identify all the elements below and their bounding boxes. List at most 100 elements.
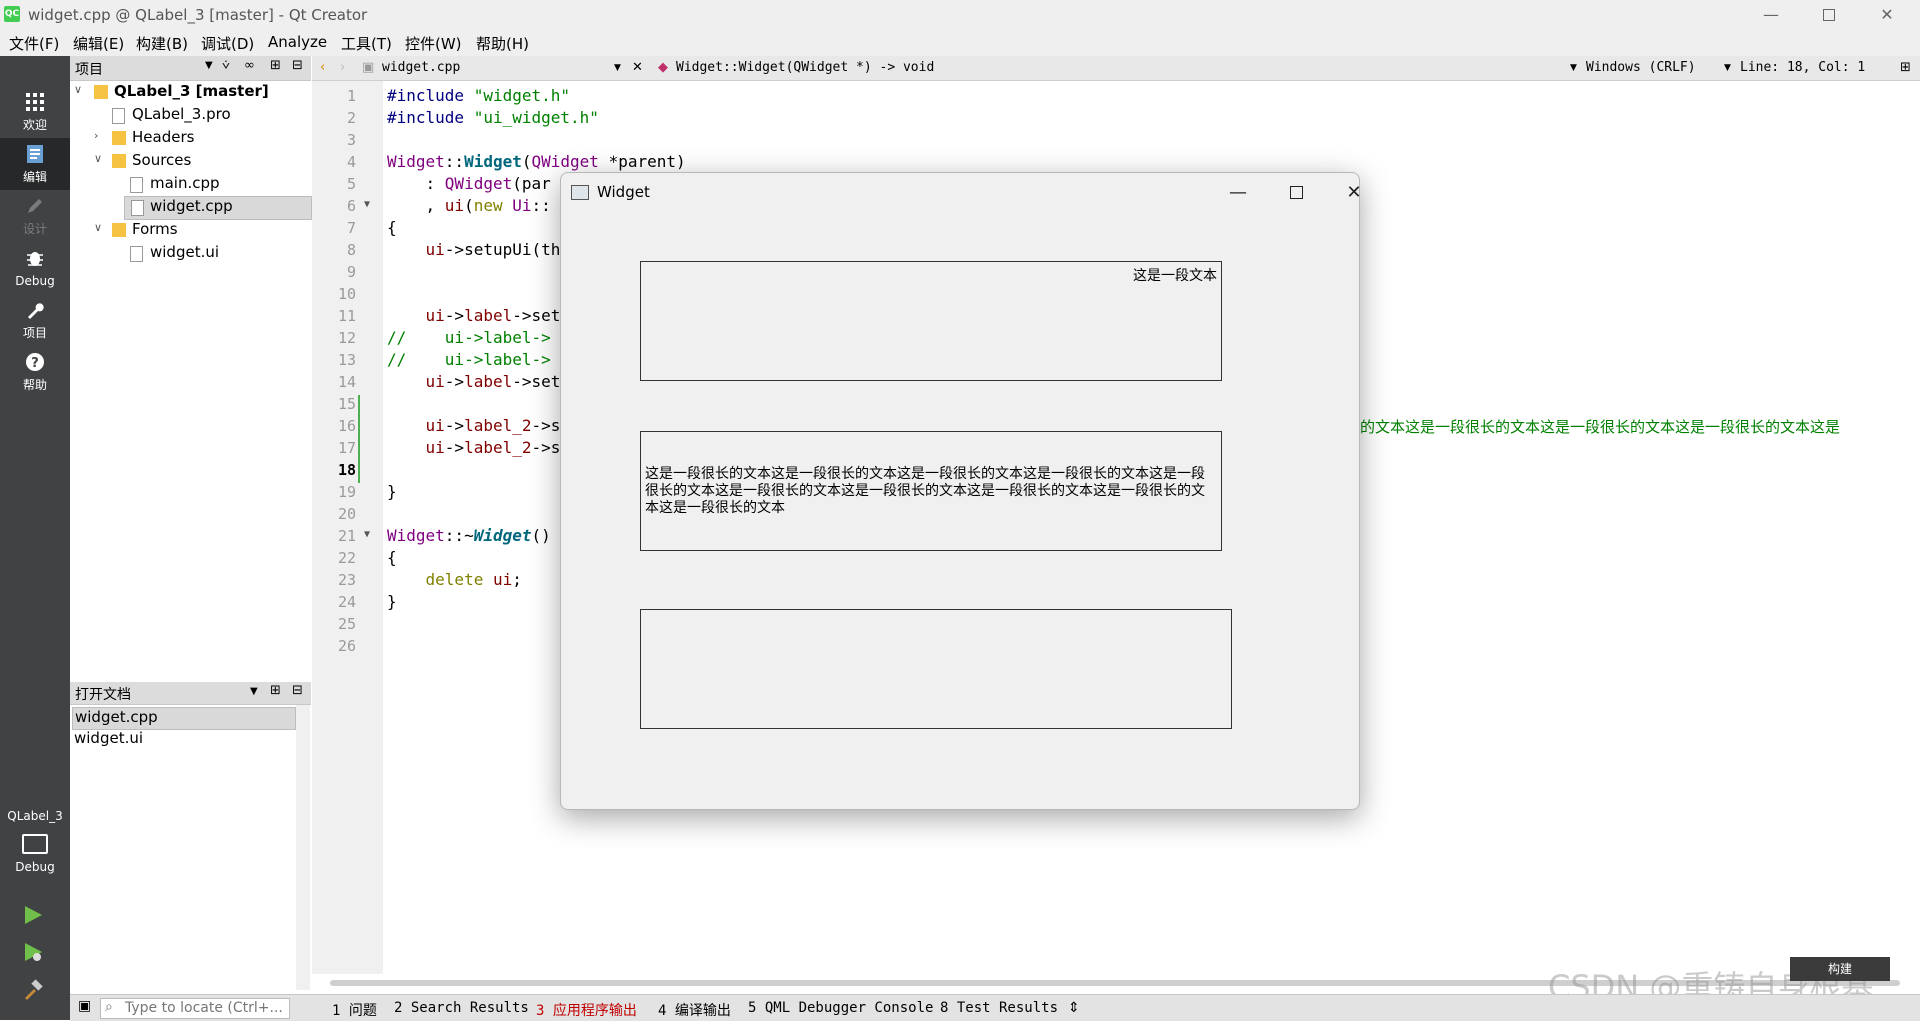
cpp-file-icon — [131, 200, 144, 216]
line-number-gutter: 1 2 3 4 5 6 7 8 9 10 11 12 13 14 15 16 1… — [312, 81, 383, 974]
bug-icon — [0, 248, 70, 274]
chevron-down-icon[interactable]: ∨ — [74, 83, 82, 96]
search-icon: ⌕ — [105, 999, 113, 1015]
close-document-icon[interactable]: ✕ — [632, 60, 643, 75]
label: 这是一段文本 — [640, 261, 1222, 381]
folder-icon — [112, 223, 126, 237]
run-icon — [25, 906, 42, 924]
close-pane-icon[interactable]: ⊟ — [292, 58, 303, 73]
close-button[interactable]: ✕ — [1858, 0, 1916, 29]
chevron-down-icon[interactable]: ∨ — [94, 152, 102, 165]
title-bar: QC widget.cpp @ QLabel_3 [master] - Qt C… — [0, 0, 1920, 29]
widget-window: Widget — ✕ 这是一段文本 这是一段很长的文本这是一段很长的文本这是一段… — [560, 172, 1362, 810]
filter-icon[interactable]: ⩒ — [222, 58, 230, 73]
open-doc-item[interactable]: widget.ui — [72, 729, 294, 750]
debug-run-button[interactable] — [22, 941, 44, 967]
chevron-down-icon[interactable]: ▼ — [614, 63, 621, 73]
label-2: 这是一段很长的文本这是一段很长的文本这是一段很长的文本这是一段很长的文本这是一段… — [640, 431, 1222, 551]
editor-toolbar: ‹ › ▣ widget.cpp ▼ ✕ ◆ Widget::Widget(QW… — [312, 56, 1920, 81]
symbol-selector[interactable]: Widget::Widget(QWidget *) -> void — [676, 60, 934, 75]
tab-search-results[interactable]: 2 Search Results — [394, 1000, 529, 1016]
menu-analyze[interactable]: Analyze — [268, 33, 327, 51]
line-ending-selector[interactable]: Windows (CRLF) — [1586, 60, 1696, 75]
projects-pane-header: 项目 ▼ ⩒ ∞ ⊞ ⊟ — [70, 56, 311, 81]
ui-file-icon — [130, 246, 143, 262]
folder-icon — [112, 154, 126, 168]
kit-project-name: QLabel_3 — [7, 809, 63, 823]
close-icon: ✕ — [1346, 181, 1362, 203]
fold-icon[interactable]: ▼ — [364, 529, 370, 540]
maximize-button[interactable] — [1271, 177, 1321, 207]
help-icon: ? — [0, 352, 70, 378]
output-pane-bar: ▣ ⌕ Type to locate (Ctrl+... 1 问题 2 Sear… — [70, 994, 1920, 1021]
label-3 — [640, 609, 1232, 729]
minimize-icon: — — [1229, 181, 1247, 203]
mode-design[interactable]: 设计 — [0, 190, 70, 242]
restore-button[interactable] — [1800, 0, 1858, 29]
wrench-icon — [0, 300, 70, 326]
menu-file[interactable]: 文件(F) — [9, 33, 59, 54]
close-button[interactable]: ✕ — [1329, 177, 1379, 207]
tab-test-results[interactable]: 8 Test Results — [940, 1000, 1058, 1016]
tree-item-widget-cpp[interactable]: widget.cpp — [124, 196, 312, 220]
chevron-down-icon[interactable]: ▼ — [1724, 63, 1731, 73]
minimize-button[interactable]: — — [1213, 177, 1263, 207]
arrows-up-down-icon[interactable]: ⇕ — [1068, 1000, 1080, 1016]
chevron-down-icon[interactable]: ▼ — [1570, 63, 1577, 73]
lock-icon: ▣ — [362, 60, 375, 75]
chevron-right-icon[interactable]: › — [94, 129, 98, 142]
run-button[interactable] — [22, 904, 44, 930]
svg-text:?: ? — [31, 356, 39, 371]
qt-creator-logo-icon: QC — [4, 6, 20, 22]
mode-edit[interactable]: 编辑 — [0, 138, 70, 190]
mode-debug[interactable]: Debug — [0, 242, 70, 294]
file-icon — [112, 108, 125, 124]
folder-icon — [112, 131, 126, 145]
back-icon[interactable]: ‹ — [320, 60, 325, 75]
link-icon[interactable]: ∞ — [244, 58, 255, 73]
split-icon[interactable]: ⊞ — [1900, 60, 1911, 75]
build-progress-button[interactable]: 构建 — [1790, 957, 1890, 981]
locator-input[interactable]: ⌕ Type to locate (Ctrl+... — [100, 998, 290, 1019]
widget-window-title: Widget — [597, 183, 650, 201]
mode-welcome[interactable]: 欢迎 — [0, 86, 70, 138]
chevron-down-icon[interactable]: ▼ — [205, 60, 213, 71]
sidebar-toggle-icon[interactable]: ▣ — [78, 998, 91, 1014]
split-icon[interactable]: ⊞ — [270, 58, 281, 73]
open-doc-item[interactable]: widget.cpp — [72, 707, 296, 730]
restore-icon — [1823, 8, 1835, 21]
hammer-icon — [25, 979, 43, 1000]
project-tree: ∨ QLabel_3 [master] QLabel_3.pro › Heade… — [70, 81, 312, 676]
cpp-file-icon — [130, 177, 143, 193]
chevron-down-icon[interactable]: ▼ — [250, 686, 258, 697]
current-file-selector[interactable]: widget.cpp — [382, 60, 460, 75]
open-documents-list: widget.cpp widget.ui — [70, 705, 311, 990]
code-string-overflow: 的文本这是一段很长的文本这是一段很长的文本这是一段很长的文本这是 — [1360, 418, 1841, 436]
menu-build[interactable]: 构建(B) — [136, 33, 188, 54]
scrollbar[interactable] — [296, 705, 310, 990]
cursor-position[interactable]: Line: 18, Col: 1 — [1740, 60, 1865, 75]
menu-tools[interactable]: 工具(T) — [341, 33, 392, 54]
maximize-icon — [1289, 185, 1303, 199]
tab-compile-output[interactable]: 4 编译输出 — [658, 1000, 731, 1020]
kit-selector[interactable]: Debug — [0, 828, 70, 878]
mode-projects[interactable]: 项目 — [0, 294, 70, 346]
menu-edit[interactable]: 编辑(E) — [73, 33, 124, 54]
tab-application-output[interactable]: 3 应用程序输出 — [536, 1000, 637, 1020]
tab-qml-debugger-console[interactable]: 5 QML Debugger Console — [748, 1000, 933, 1016]
fold-icon[interactable]: ▼ — [364, 199, 370, 210]
edit-icon — [0, 144, 70, 170]
menu-debug[interactable]: 调试(D) — [201, 33, 254, 54]
tab-issues[interactable]: 1 问题 — [332, 1000, 377, 1020]
mode-help[interactable]: ? 帮助 — [0, 346, 70, 398]
menu-help[interactable]: 帮助(H) — [476, 33, 529, 54]
pencil-icon — [0, 196, 70, 222]
close-pane-icon[interactable]: ⊟ — [292, 683, 303, 698]
menu-widgets[interactable]: 控件(W) — [405, 33, 462, 54]
chevron-down-icon[interactable]: ∨ — [94, 221, 102, 234]
forward-icon[interactable]: › — [340, 60, 345, 75]
build-button[interactable] — [22, 979, 44, 1005]
minimize-button[interactable]: — — [1742, 0, 1800, 29]
split-icon[interactable]: ⊞ — [270, 683, 281, 698]
open-documents-header: 打开文档 ▼ ⊞ ⊟ — [70, 682, 311, 705]
